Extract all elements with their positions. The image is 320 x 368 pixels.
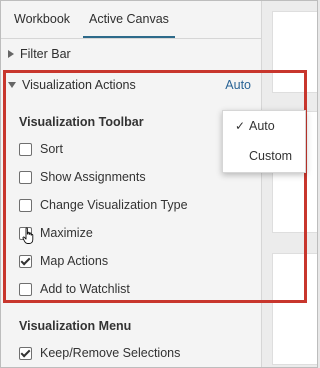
keep-remove-selections-label: Keep/Remove Selections — [40, 346, 181, 360]
sort-checkbox-row[interactable]: Sort — [19, 139, 63, 159]
show-assignments-checkbox[interactable] — [19, 170, 32, 184]
canvas-card — [272, 11, 317, 93]
menu-item-custom[interactable]: Custom — [223, 144, 305, 168]
map-actions-checkbox-row[interactable]: Map Actions — [19, 251, 108, 271]
sort-checkbox[interactable] — [19, 142, 32, 156]
keep-remove-selections-checkbox-row[interactable]: Keep/Remove Selections — [19, 343, 180, 363]
visualization-actions-section[interactable]: Visualization Actions Auto — [1, 71, 261, 99]
add-to-watchlist-label: Add to Watchlist — [40, 282, 130, 296]
tab-bar: Workbook Active Canvas — [1, 1, 261, 39]
map-actions-checkbox[interactable] — [19, 254, 32, 268]
filter-bar-section[interactable]: Filter Bar — [1, 40, 261, 68]
show-assignments-label: Show Assignments — [40, 170, 146, 184]
visualization-menu-title: Visualization Menu — [19, 319, 132, 333]
menu-item-auto[interactable]: ✓ Auto — [223, 114, 305, 138]
properties-panel: Workbook Active Canvas Filter Bar Visual… — [1, 1, 262, 367]
menu-item-auto-label: Auto — [249, 119, 275, 133]
hand-pointer-cursor-icon — [22, 227, 34, 244]
sort-label: Sort — [40, 142, 63, 156]
keep-remove-selections-checkbox[interactable] — [19, 346, 32, 360]
collapse-triangle-icon — [8, 82, 16, 88]
map-actions-label: Map Actions — [40, 254, 109, 268]
menu-item-custom-label: Custom — [249, 149, 293, 163]
visualization-actions-label: Visualization Actions — [22, 78, 136, 92]
change-visualization-type-checkbox-row[interactable]: Change Visualization Type — [19, 195, 188, 215]
maximize-label: Maximize — [40, 226, 93, 240]
tab-active-canvas[interactable]: Active Canvas — [83, 12, 175, 38]
show-assignments-checkbox-row[interactable]: Show Assignments — [19, 167, 146, 187]
add-to-watchlist-checkbox-row[interactable]: Add to Watchlist — [19, 279, 130, 299]
tab-workbook[interactable]: Workbook — [14, 12, 70, 26]
filter-bar-label: Filter Bar — [20, 47, 71, 61]
app-frame: Workbook Active Canvas Filter Bar Visual… — [0, 0, 318, 368]
auto-dropdown-link[interactable]: Auto — [225, 78, 251, 92]
canvas-area — [262, 1, 317, 367]
visualization-toolbar-title: Visualization Toolbar — [19, 115, 144, 129]
expand-triangle-icon — [8, 50, 14, 58]
change-visualization-type-label: Change Visualization Type — [40, 198, 188, 212]
auto-custom-dropdown-menu: ✓ Auto Custom — [222, 110, 306, 173]
checkmark-icon: ✓ — [234, 119, 246, 133]
canvas-card — [272, 253, 317, 365]
change-visualization-type-checkbox[interactable] — [19, 198, 32, 212]
add-to-watchlist-checkbox[interactable] — [19, 282, 32, 296]
